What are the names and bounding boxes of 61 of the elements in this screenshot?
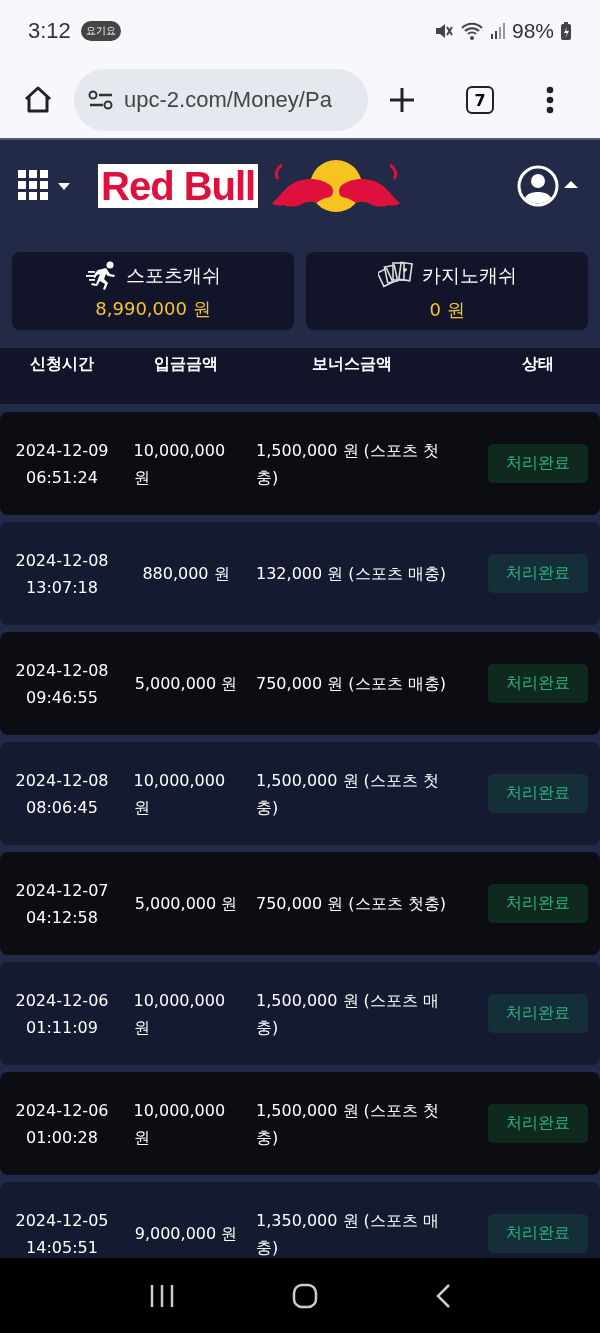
wallet-label: 스포츠캐쉬 bbox=[125, 263, 221, 288]
deposit-amount: 10,000,000 원 bbox=[133, 769, 227, 819]
address-bar[interactable]: upc-2.com/Money/Pa bbox=[74, 69, 368, 131]
home-icon[interactable] bbox=[22, 84, 54, 116]
column-header: 입금금액 bbox=[153, 354, 219, 375]
request-time: 2024-12-07 04:12:58 bbox=[15, 879, 109, 929]
bonus-amount: 1,500,000 원 (스포츠 첫충) bbox=[256, 1099, 440, 1149]
wallet-amount: 0 원 bbox=[429, 298, 465, 322]
status-badge: 처리완료 bbox=[488, 554, 588, 593]
status-badge: 처리완료 bbox=[488, 994, 588, 1033]
bonus-amount: 1,500,000 원 (스포츠 매충) bbox=[256, 989, 440, 1039]
clock: 3:12 bbox=[28, 18, 71, 44]
status-badge: 처리완료 bbox=[488, 884, 588, 923]
column-header: 상태 bbox=[521, 354, 555, 375]
status-badge: 처리완료 bbox=[488, 1214, 588, 1253]
brand-logo[interactable]: Red Bull bbox=[98, 164, 259, 208]
url-text: upc-2.com/Money/Pa bbox=[124, 87, 332, 113]
tab-count-button[interactable]: 7 bbox=[466, 86, 494, 114]
user-menu-icon[interactable] bbox=[516, 164, 580, 208]
apps-menu-icon[interactable] bbox=[18, 169, 72, 203]
deposit-amount: 5,000,000 원 bbox=[134, 673, 238, 695]
column-header: 신청시간 bbox=[29, 354, 95, 375]
back-icon[interactable] bbox=[435, 1282, 452, 1309]
deposit-amount: 10,000,000 원 bbox=[133, 989, 227, 1039]
request-time: 2024-12-06 01:00:28 bbox=[15, 1099, 109, 1149]
battery-icon bbox=[560, 21, 572, 41]
wallet-amount: 8,990,000 원 bbox=[95, 297, 211, 321]
deposit-amount: 880,000 원 bbox=[142, 563, 230, 585]
status-badge: 처리완료 bbox=[488, 774, 588, 813]
request-time: 2024-12-09 06:51:24 bbox=[15, 439, 109, 489]
column-header: 보너스금액 bbox=[311, 354, 393, 375]
notification-badge: 요기요 bbox=[80, 21, 121, 41]
wallet-label: 카지노캐쉬 bbox=[421, 263, 517, 288]
deposit-amount: 9,000,000 원 bbox=[134, 1223, 238, 1245]
deposit-amount: 10,000,000 원 bbox=[133, 1099, 227, 1149]
site-settings-icon[interactable] bbox=[88, 89, 114, 111]
more-menu-icon[interactable] bbox=[546, 86, 554, 114]
request-time: 2024-12-08 08:06:45 bbox=[15, 769, 109, 819]
bonus-amount: 132,000 원 (스포츠 매충) bbox=[256, 563, 447, 585]
request-time: 2024-12-08 13:07:18 bbox=[15, 549, 109, 599]
new-tab-icon[interactable] bbox=[388, 86, 416, 114]
battery-percent: 98% bbox=[511, 19, 554, 43]
signal-icon bbox=[489, 22, 506, 40]
request-time: 2024-12-08 09:46:55 bbox=[15, 659, 109, 709]
bonus-amount: 750,000 원 (스포츠 첫충) bbox=[256, 893, 447, 915]
mute-icon bbox=[433, 21, 454, 41]
wifi-icon bbox=[459, 21, 484, 41]
runner-icon bbox=[85, 261, 118, 291]
status-badge: 처리완료 bbox=[488, 444, 588, 483]
recent-apps-icon[interactable] bbox=[148, 1283, 175, 1308]
bonus-amount: 1,350,000 원 (스포츠 매충) bbox=[256, 1209, 440, 1258]
deposit-amount: 5,000,000 원 bbox=[134, 893, 238, 915]
request-time: 2024-12-05 14:05:51 bbox=[15, 1209, 109, 1258]
home-button-icon[interactable] bbox=[292, 1282, 318, 1309]
bonus-amount: 1,500,000 원 (스포츠 첫충) bbox=[256, 439, 440, 489]
status-badge: 처리완료 bbox=[488, 1104, 588, 1143]
bonus-amount: 1,500,000 원 (스포츠 첫충) bbox=[256, 769, 440, 819]
deposit-amount: 10,000,000 원 bbox=[133, 439, 227, 489]
status-badge: 처리완료 bbox=[488, 664, 588, 703]
request-time: 2024-12-06 01:11:09 bbox=[15, 989, 109, 1039]
bonus-amount: 750,000 원 (스포츠 매충) bbox=[256, 673, 447, 695]
